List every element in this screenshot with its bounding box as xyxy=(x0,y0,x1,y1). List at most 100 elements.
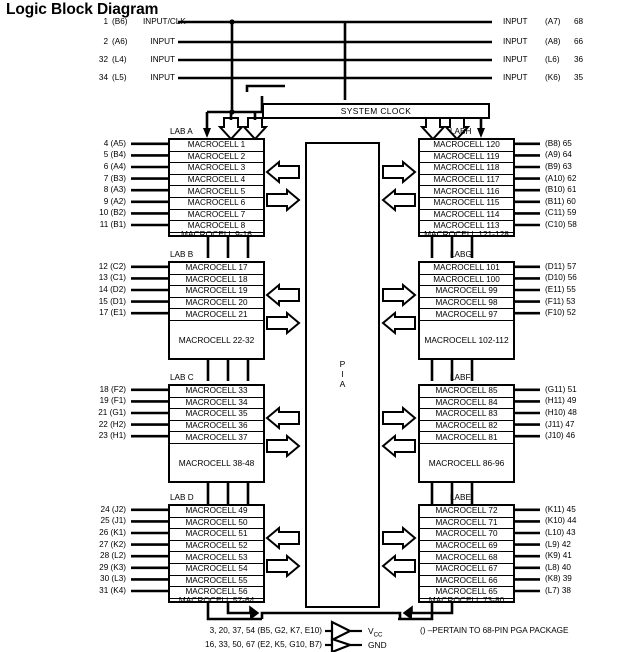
macrocell-row: MACROCELL 84 xyxy=(420,397,513,410)
macrocell-pin-label: (A9) 64 xyxy=(545,150,572,160)
macrocell-row: MACROCELL 18 xyxy=(170,274,263,287)
macrocell-row: MACROCELL 66 xyxy=(420,575,513,588)
macrocell-row: MACROCELL 20 xyxy=(170,297,263,310)
macrocell-row: MACROCELL 99 xyxy=(420,286,513,298)
macrocell-pin-label: 4 (A5) xyxy=(103,138,126,148)
lab-title: LABH xyxy=(450,127,472,136)
macrocell-pin-label: (B8) 65 xyxy=(545,138,572,148)
macrocell-row: MACROCELL 55 xyxy=(170,575,263,588)
macrocell-row: MACROCELL 54 xyxy=(170,564,263,576)
macrocell-pin-label: (D10) 56 xyxy=(545,273,577,283)
pia-block: P I A xyxy=(305,142,380,608)
macrocell-row: MACROCELL 114 xyxy=(420,209,513,222)
macrocell-row: MACROCELL 3 xyxy=(170,163,263,175)
macrocell-row: MACROCELL 17 xyxy=(170,263,263,275)
lab-title: LAB C xyxy=(170,373,194,382)
macrocell-row: MACROCELL 4 xyxy=(170,174,263,187)
macrocell-pin-label: (K9) 41 xyxy=(545,551,572,561)
macrocell-pin-label: (B9) 63 xyxy=(545,162,572,171)
lab-block: MACROCELL 85 MACROCELL 84 MACROCELL 83 MACR… xyxy=(418,384,515,483)
macrocell-row: MACROCELL 37 xyxy=(170,432,263,444)
macrocell-pin-label: 27 (K2) xyxy=(99,539,126,549)
macrocell-row: MACROCELL 2 xyxy=(170,151,263,164)
macrocell-pin-label: 23 (H1) xyxy=(98,431,126,441)
macrocell-row: MACROCELL 120 xyxy=(420,140,513,152)
input-pin-package: (B6) xyxy=(112,17,128,26)
macrocell-pin-label: (J11) 47 xyxy=(545,419,575,429)
macrocell-pin-label: (K10) 44 xyxy=(545,516,577,526)
macrocell-row: MACROCELL 85 xyxy=(420,386,513,398)
macrocell-pin-label: 19 (F1) xyxy=(99,396,126,406)
macrocell-row: MACROCELL 68 xyxy=(420,552,513,564)
macrocell-row: MACROCELL 19 xyxy=(170,286,263,298)
macrocell-pin-label: 10 (B2) xyxy=(99,208,126,218)
macrocell-row: MACROCELL 50 xyxy=(170,517,263,530)
vcc-pins: 3, 20, 37, 54 (B5, G2, K7, E10) xyxy=(209,626,322,635)
lab-title: LAB D xyxy=(170,493,194,502)
macrocell-pin-label: 31 (K4) xyxy=(99,586,126,595)
input-pin-package: (L6) xyxy=(545,55,560,64)
macrocell-pin-label: 6 (A4) xyxy=(103,162,126,171)
gnd-pins: 16, 33, 50, 67 (E2, K5, G10, B7) xyxy=(205,640,322,649)
macrocell-row: MACROCELL 21 xyxy=(170,309,263,321)
macrocell-pin-label: 9 (A2) xyxy=(103,196,126,206)
macrocell-pin-label: (L9) 42 xyxy=(545,539,571,549)
input-label: INPUT/CLK xyxy=(143,17,186,26)
macrocell-pin-label: 30 (L3) xyxy=(100,574,126,584)
macrocell-row: MACROCELL 51 xyxy=(170,529,263,541)
macrocell-group: MACROCELL 57-64 xyxy=(170,595,263,605)
input-pin-number: 36 xyxy=(574,55,584,64)
lab-block: MACROCELL 17 MACROCELL 18 MACROCELL 19 MACR… xyxy=(168,261,265,360)
macrocell-row: MACROCELL 119 xyxy=(420,151,513,164)
macrocell-row: MACROCELL 7 xyxy=(170,209,263,222)
pga-package-note: () –PERTAIN TO 68-PIN PGA PACKAGE xyxy=(420,626,569,635)
input-label: INPUT xyxy=(503,73,528,82)
input-label: INPUT xyxy=(503,17,528,26)
macrocell-pin-label: (A10) 62 xyxy=(545,173,577,183)
macrocell-pin-label: (L8) 40 xyxy=(545,562,571,572)
system-clock-bar: SYSTEM CLOCK xyxy=(262,103,490,119)
macrocell-group: MACROCELL 22-32 xyxy=(170,321,263,358)
input-pin-number: 68 xyxy=(574,17,584,26)
macrocell-pin-label: 12 (C2) xyxy=(98,261,126,271)
lab-block: MACROCELL 49 MACROCELL 50 MACROCELL 51 MACR… xyxy=(168,504,265,605)
macrocell-pin-label: (G11) 51 xyxy=(545,384,577,394)
macrocell-row: MACROCELL 36 xyxy=(170,420,263,433)
macrocell-pin-label: (F11) 53 xyxy=(545,296,576,306)
macrocell-row: MACROCELL 33 xyxy=(170,386,263,398)
lab-title: LABE xyxy=(450,493,471,502)
macrocell-row: MACROCELL 117 xyxy=(420,174,513,187)
gnd-label: GND xyxy=(368,640,387,650)
macrocell-pin-label: (L10) 43 xyxy=(545,528,576,537)
input-label: INPUT xyxy=(150,55,175,64)
macrocell-row: MACROCELL 71 xyxy=(420,517,513,530)
macrocell-group: MACROCELL 121-128 xyxy=(420,229,513,239)
macrocell-row: MACROCELL 1 xyxy=(170,140,263,152)
macrocell-row: MACROCELL 6 xyxy=(170,198,263,210)
lab-title: LAB A xyxy=(170,127,193,136)
macrocell-pin-label: 8 (A3) xyxy=(103,185,126,195)
lab-title: LAB B xyxy=(170,250,194,259)
macrocell-pin-label: (K8) 39 xyxy=(545,574,572,584)
vcc-label: VCC xyxy=(368,626,383,639)
macrocell-group: MACROCELL 38-48 xyxy=(170,444,263,481)
input-pin-package: (K6) xyxy=(545,73,561,82)
logic-block-diagram: Logic Block Diagram 1 (B6) INPUT/CLK 2 (… xyxy=(0,0,625,652)
macrocell-row: MACROCELL 67 xyxy=(420,564,513,576)
lab-title: LABG xyxy=(450,250,472,259)
macrocell-row: MACROCELL 115 xyxy=(420,198,513,210)
macrocell-pin-label: 28 (L2) xyxy=(100,551,126,561)
macrocell-pin-label: 17 (E1) xyxy=(99,308,126,318)
input-pin-number: 35 xyxy=(574,73,584,82)
input-label: INPUT xyxy=(503,55,528,64)
lab-block: MACROCELL 72 MACROCELL 71 MACROCELL 70 MACR… xyxy=(418,504,515,605)
input-pin-number: 34 xyxy=(98,73,108,82)
vcc-rail-subscript: CC xyxy=(373,631,383,639)
input-pin-number: 66 xyxy=(574,37,584,46)
macrocell-group: MACROCELL 102-112 xyxy=(420,321,513,358)
pia-letter-a: A xyxy=(339,378,346,389)
macrocell-pin-label: 26 (K1) xyxy=(99,528,126,537)
macrocell-pin-label: (B11) 60 xyxy=(545,196,576,206)
macrocell-row: MACROCELL 100 xyxy=(420,274,513,287)
input-label: INPUT xyxy=(503,37,528,46)
